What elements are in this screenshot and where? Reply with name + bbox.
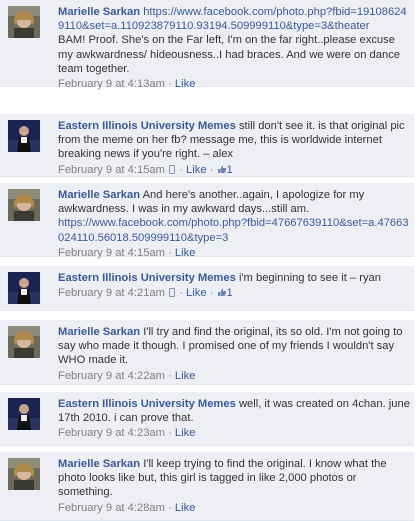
comment-author[interactable]: Marielle Sarkan	[58, 458, 140, 470]
comment: Marielle Sarkan And here's another..agai…	[0, 183, 414, 259]
thumbs-up-icon[interactable]	[217, 287, 227, 297]
comment-author[interactable]: Eastern Illinois University Memes	[58, 398, 236, 410]
comment: Eastern Illinois University Memes i'm be…	[0, 266, 414, 311]
comment-text: i'm beginning to see it – ryan	[238, 272, 381, 284]
comment-author[interactable]: Marielle Sarkan	[58, 326, 140, 338]
comment: Eastern Illinois University Memes well, …	[0, 392, 414, 446]
eiu-avatar[interactable]	[8, 398, 40, 430]
comment-meta: February 9 at 4:15am · Like	[58, 246, 196, 259]
photo-link[interactable]: https://www.facebook.com/photo.php?fbid=…	[58, 217, 409, 243]
comment-meta: February 9 at 4:15am · Like · 1	[58, 163, 233, 176]
like-button[interactable]: Like	[175, 502, 196, 514]
eiu-avatar[interactable]	[8, 272, 40, 304]
like-button[interactable]: Like	[186, 164, 207, 176]
eiu-avatar[interactable]	[8, 120, 40, 152]
comment: Eastern Illinois University Memes still …	[0, 114, 414, 177]
marielle-avatar[interactable]	[8, 189, 40, 221]
like-button[interactable]: Like	[175, 370, 196, 382]
marielle-avatar[interactable]	[8, 6, 40, 38]
comment-meta: February 9 at 4:21am · Like · 1	[58, 287, 233, 300]
mobile-icon	[169, 288, 176, 298]
comment-text: BAM! Proof. She's on the Far left, I'm o…	[58, 34, 401, 75]
comment-meta: February 9 at 4:22am · Like	[58, 369, 196, 382]
marielle-avatar[interactable]	[8, 458, 40, 490]
like-button[interactable]: Like	[175, 78, 196, 90]
comment-time[interactable]: February 9 at 4:15am	[58, 164, 165, 176]
comment-author[interactable]: Eastern Illinois University Memes	[58, 120, 236, 132]
comment-author[interactable]: Eastern Illinois University Memes	[58, 272, 236, 284]
comment-meta: February 9 at 4:28am · Like	[58, 501, 196, 514]
comment-time[interactable]: February 9 at 4:28am	[58, 502, 165, 514]
comment-author[interactable]: Marielle Sarkan	[58, 6, 140, 18]
comment: Marielle Sarkan https://www.facebook.com…	[0, 0, 414, 90]
like-count[interactable]: 1	[227, 287, 233, 299]
like-button[interactable]: Like	[175, 247, 196, 259]
comment-feed: Marielle Sarkan https://www.facebook.com…	[0, 0, 419, 521]
comment-time[interactable]: February 9 at 4:22am	[58, 370, 165, 382]
marielle-avatar[interactable]	[8, 326, 40, 358]
comment: Marielle Sarkan I'll keep trying to find…	[0, 452, 414, 521]
thumbs-up-icon[interactable]	[217, 164, 227, 174]
comment-time[interactable]: February 9 at 4:21am	[58, 287, 165, 299]
comment-time[interactable]: February 9 at 4:23am	[58, 427, 165, 439]
comment-time[interactable]: February 9 at 4:13am	[58, 78, 165, 90]
comment-meta: February 9 at 4:13am · Like	[58, 78, 196, 91]
comment: Marielle Sarkan I'll try and find the or…	[0, 320, 414, 385]
like-button[interactable]: Like	[175, 427, 196, 439]
mobile-icon	[169, 164, 176, 174]
like-count[interactable]: 1	[227, 164, 233, 176]
like-button[interactable]: Like	[186, 287, 207, 299]
comment-time[interactable]: February 9 at 4:15am	[58, 247, 165, 259]
comment-author[interactable]: Marielle Sarkan	[58, 189, 140, 201]
comment-meta: February 9 at 4:23am · Like	[58, 427, 196, 440]
